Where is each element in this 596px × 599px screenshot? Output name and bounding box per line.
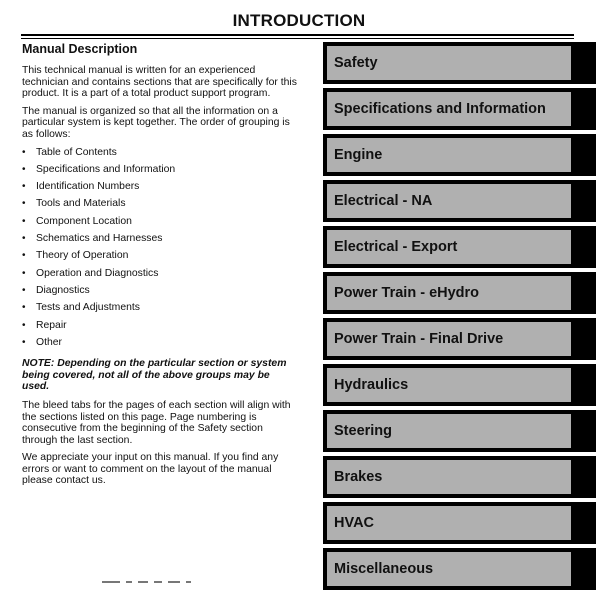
section-tab-face: Power Train - eHydro	[327, 276, 571, 310]
section-tab-label: HVAC	[334, 515, 375, 531]
section-tab-label: Hydraulics	[334, 377, 409, 393]
section-tab-label: Power Train - eHydro	[334, 285, 480, 301]
grouping-list-item: • Other	[22, 337, 298, 354]
grouping-label: Other	[36, 336, 62, 348]
section-tab-hydraulics[interactable]: Hydraulics	[323, 364, 596, 406]
bullet-icon: •	[22, 233, 26, 245]
grouping-label: Schematics and Harnesses	[36, 233, 163, 245]
grouping-label: Component Location	[36, 215, 132, 227]
grouping-label: Tools and Materials	[36, 198, 126, 210]
grouping-list-item: • Identification Numbers	[22, 181, 298, 198]
bullet-icon: •	[22, 146, 26, 158]
section-tab-face: Safety	[327, 46, 571, 80]
grouping-label: Tests and Adjustments	[36, 302, 140, 314]
grouping-list-item: • Table of Contents	[22, 147, 298, 164]
section-heading: Manual Description	[22, 42, 138, 56]
section-tab-face: Miscellaneous	[327, 552, 571, 586]
feedback-paragraph: We appreciate your input on this manual.…	[22, 452, 279, 487]
grouping-label: Diagnostics	[36, 284, 90, 296]
bullet-icon: •	[22, 250, 26, 262]
grouping-list: • Table of Contents • Specifications and In…	[22, 147, 298, 355]
grouping-list-item: • Specifications and Information	[22, 164, 298, 181]
section-tab-face: Power Train - Final Drive	[327, 322, 571, 356]
section-tab-hvac[interactable]: HVAC	[323, 502, 596, 544]
section-tab-engine[interactable]: Engine	[323, 134, 596, 176]
section-tab-face: Specifications and Information	[327, 92, 571, 126]
organization-paragraph: The manual is organized so that all the …	[22, 105, 290, 140]
section-tab-specifications-and-information[interactable]: Specifications and Information	[323, 88, 596, 130]
note-paragraph: NOTE: Depending on the particular sectio…	[22, 358, 287, 393]
bullet-icon: •	[22, 336, 26, 348]
grouping-list-item: • Operation and Diagnostics	[22, 268, 298, 285]
page-title-text: INTRODUCTION	[232, 11, 366, 30]
section-tab-safety[interactable]: Safety	[323, 42, 596, 84]
section-tab-label: Electrical - Export	[334, 239, 458, 255]
section-tab-label: Electrical - NA	[334, 193, 433, 209]
section-tabs: Safety Specifications and Information Engi…	[323, 42, 596, 594]
bullet-icon: •	[22, 284, 26, 296]
section-tab-label: Power Train - Final Drive	[334, 331, 504, 347]
section-tab-face: Hydraulics	[327, 368, 571, 402]
grouping-label: Theory of Operation	[36, 250, 129, 262]
section-tab-label: Safety	[334, 55, 378, 71]
grouping-list-item: • Component Location	[22, 216, 298, 233]
section-tab-face: HVAC	[327, 506, 571, 540]
title-rule-thin	[21, 38, 574, 39]
grouping-label: Specifications and Information	[36, 163, 176, 175]
section-tab-label: Brakes	[334, 469, 383, 485]
intro-paragraph: This technical manual is written for an …	[22, 65, 297, 100]
section-tab-brakes[interactable]: Brakes	[323, 456, 596, 498]
section-tab-face: Steering	[327, 414, 571, 448]
grouping-list-item: • Diagnostics	[22, 285, 298, 302]
bullet-icon: •	[22, 302, 26, 314]
section-tab-label: Miscellaneous	[334, 561, 434, 577]
section-tab-electrical-na[interactable]: Electrical - NA	[323, 180, 596, 222]
bleed-tabs-paragraph: The bleed tabs for the pages of each sec…	[22, 399, 291, 446]
bullet-icon: •	[22, 215, 26, 227]
manual-description-section: Manual Description This technical manual…	[22, 42, 298, 493]
section-tab-label: Engine	[334, 147, 383, 163]
section-tab-electrical-export[interactable]: Electrical - Export	[323, 226, 596, 268]
bullet-icon: •	[22, 181, 26, 193]
page-title: INTRODUCTION	[0, 11, 596, 31]
bullet-icon: •	[22, 319, 26, 331]
grouping-list-item: • Theory of Operation	[22, 250, 298, 267]
grouping-label: Table of Contents	[36, 146, 117, 158]
grouping-list-item: • Tools and Materials	[22, 198, 298, 215]
grouping-list-item: • Tests and Adjustments	[22, 302, 298, 319]
grouping-label: Operation and Diagnostics	[36, 267, 159, 279]
grouping-list-item: • Repair	[22, 320, 298, 337]
section-tab-label: Specifications and Information	[334, 101, 546, 117]
section-tab-face: Brakes	[327, 460, 571, 494]
bullet-icon: •	[22, 163, 26, 175]
section-tab-power-train-final-drive[interactable]: Power Train - Final Drive	[323, 318, 596, 360]
section-tab-steering[interactable]: Steering	[323, 410, 596, 452]
grouping-label: Identification Numbers	[36, 181, 140, 193]
bullet-icon: •	[22, 267, 26, 279]
section-tab-label: Steering	[334, 423, 393, 439]
grouping-label: Repair	[36, 319, 67, 331]
section-tab-power-train-ehydro[interactable]: Power Train - eHydro	[323, 272, 596, 314]
section-tab-face: Electrical - NA	[327, 184, 571, 218]
title-rule-thick	[21, 34, 574, 36]
bullet-icon: •	[22, 198, 26, 210]
grouping-list-item: • Schematics and Harnesses	[22, 233, 298, 250]
section-tab-face: Engine	[327, 138, 571, 172]
section-tab-face: Electrical - Export	[327, 230, 571, 264]
